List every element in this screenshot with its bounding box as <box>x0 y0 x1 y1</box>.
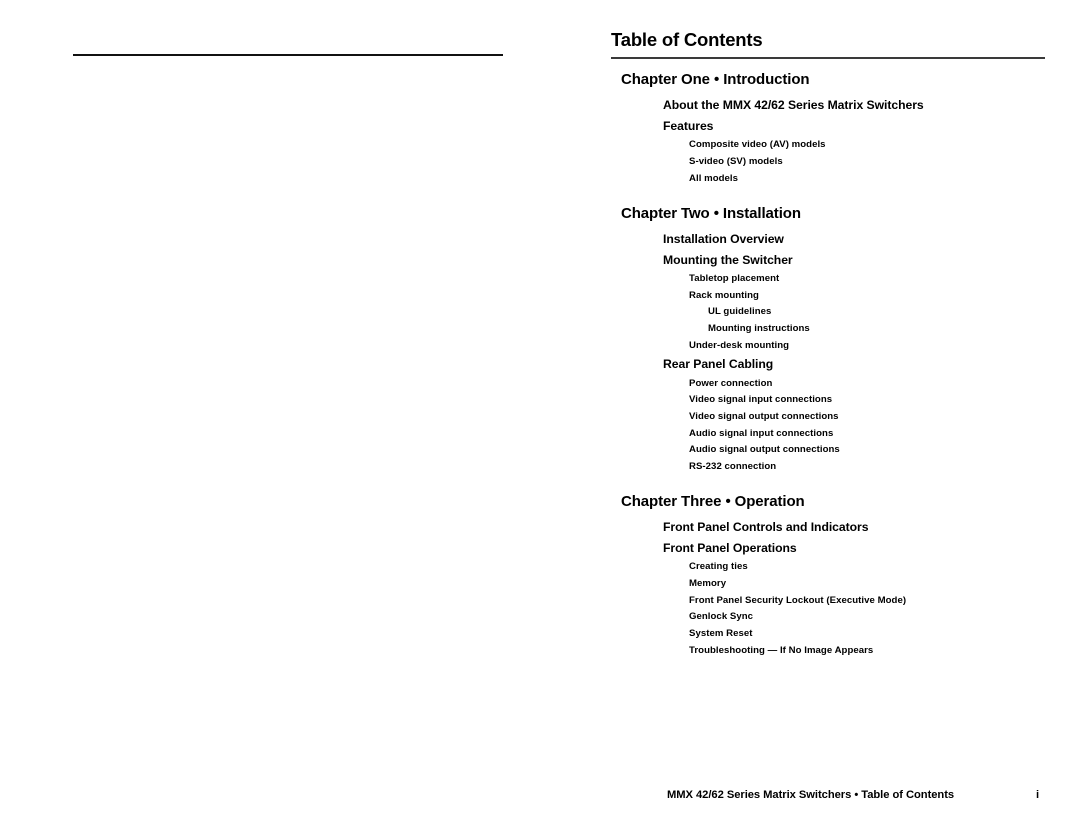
toc-entry-level-1[interactable]: Mounting the Switcher <box>663 250 1080 271</box>
toc-entry-level-2[interactable]: Video signal input connections <box>689 392 1080 409</box>
toc-entry-level-2[interactable]: Audio signal input connections <box>689 426 1080 443</box>
toc-entry-list: Chapter One • Introduction About the MMX … <box>575 68 1080 659</box>
toc-entry-level-2[interactable]: Tabletop placement <box>689 271 1080 288</box>
toc-entry-level-3[interactable]: UL guidelines <box>708 304 1080 321</box>
toc-entry-level-2[interactable]: All models <box>689 171 1080 188</box>
toc-entry-level-2[interactable]: Genlock Sync <box>689 609 1080 626</box>
toc-entry-level-2[interactable]: S-video (SV) models <box>689 154 1080 171</box>
toc-entry-level-2[interactable]: Troubleshooting — If No Image Appears <box>689 643 1080 660</box>
toc-entry-level-2[interactable]: Front Panel Security Lockout (Executive … <box>689 593 1080 610</box>
toc-chapter-block: Chapter One • Introduction About the MMX … <box>575 68 1080 188</box>
toc-entry-level-2[interactable]: Power connection <box>689 376 1080 393</box>
toc-entry-level-2[interactable]: Video signal output connections <box>689 409 1080 426</box>
toc-entry-level-2[interactable]: Audio signal output connections <box>689 442 1080 459</box>
chapter-spacer <box>575 476 1080 490</box>
left-blank-page <box>0 0 575 834</box>
toc-entry-level-1[interactable]: Installation Overview <box>663 229 1080 250</box>
toc-entry-level-2[interactable]: System Reset <box>689 626 1080 643</box>
title-underline-rule <box>611 57 1045 59</box>
toc-entry-level-2[interactable]: Composite video (AV) models <box>689 137 1080 154</box>
left-page-header-rule <box>73 54 503 56</box>
page-title: Table of Contents <box>611 29 763 50</box>
toc-chapter-heading[interactable]: Chapter Three • Operation <box>621 490 1080 514</box>
toc-entry-level-1[interactable]: Features <box>663 116 1080 137</box>
footer-document-title: MMX 42/62 Series Matrix Switchers • Tabl… <box>667 789 955 801</box>
footer-page-number: i <box>1036 789 1040 801</box>
toc-chapter-heading[interactable]: Chapter One • Introduction <box>621 68 1080 92</box>
toc-entry-level-2[interactable]: Under-desk mounting <box>689 338 1080 355</box>
toc-entry-level-2[interactable]: Rack mounting <box>689 288 1080 305</box>
toc-entry-level-3[interactable]: Mounting instructions <box>708 321 1080 338</box>
toc-chapter-block: Chapter Two • Installation Installation O… <box>575 188 1080 476</box>
page-footer: MMX 42/62 Series Matrix Switchers • Tabl… <box>575 789 1080 809</box>
toc-entry-level-1[interactable]: Front Panel Controls and Indicators <box>663 517 1080 538</box>
document-page-spread: Table of Contents Chapter One • Introduc… <box>0 0 1080 834</box>
toc-entry-level-1[interactable]: Front Panel Operations <box>663 538 1080 559</box>
toc-entry-level-2[interactable]: RS-232 connection <box>689 459 1080 476</box>
toc-entry-level-2[interactable]: Memory <box>689 576 1080 593</box>
toc-entry-level-1[interactable]: About the MMX 42/62 Series Matrix Switch… <box>663 95 1080 116</box>
chapter-spacer <box>575 188 1080 202</box>
toc-chapter-block: Chapter Three • Operation Front Panel Con… <box>575 476 1080 660</box>
toc-entry-level-2[interactable]: Creating ties <box>689 559 1080 576</box>
toc-chapter-heading[interactable]: Chapter Two • Installation <box>621 202 1080 226</box>
table-of-contents-page: Table of Contents Chapter One • Introduc… <box>575 0 1080 834</box>
toc-entry-level-1[interactable]: Rear Panel Cabling <box>663 354 1080 375</box>
